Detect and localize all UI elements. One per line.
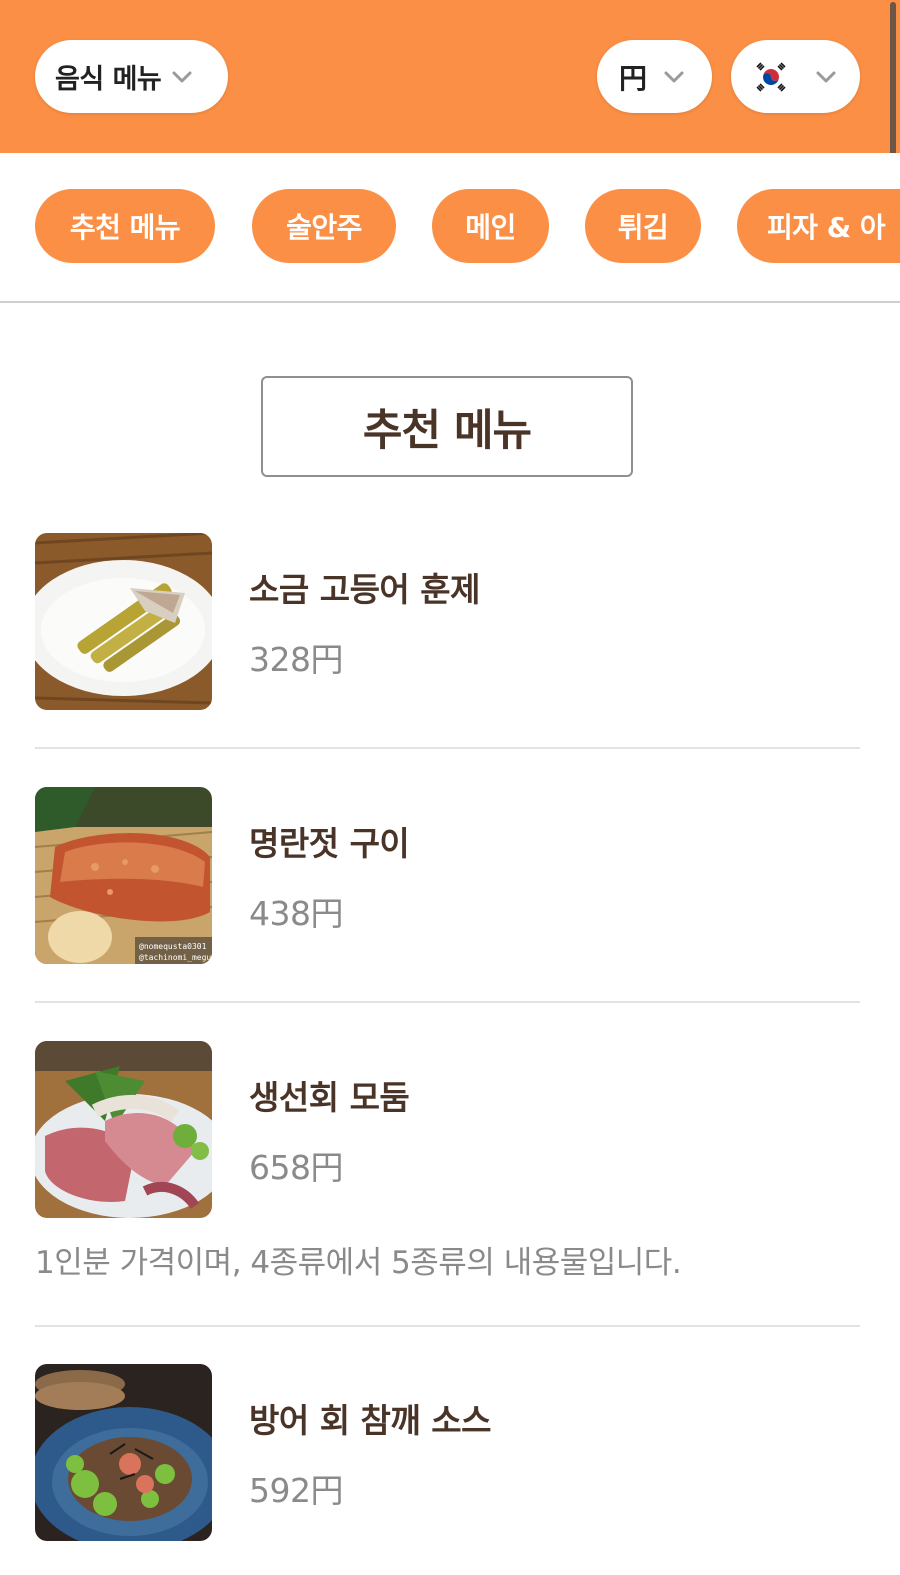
sashimi-platter-photo bbox=[35, 1041, 212, 1218]
item-price: 592円 bbox=[249, 1471, 344, 1510]
category-tabs: 추천 메뉴 술안주 메인 튀김 피자 & 아 bbox=[0, 153, 900, 303]
menu-item[interactable]: 방어 회 참깨 소스 592円 bbox=[35, 1364, 860, 1544]
divider bbox=[35, 747, 860, 749]
menu-item[interactable]: @nomequsta0301 @tachinomi_meguro 명란젓 구이 … bbox=[35, 787, 860, 967]
item-description: 1인분 가격이며, 4종류에서 5종류의 내용물입니다. bbox=[35, 1245, 682, 1281]
item-price: 658円 bbox=[249, 1148, 344, 1187]
chevron-down-icon bbox=[816, 71, 836, 82]
divider bbox=[35, 1325, 860, 1327]
item-name: 생선회 모둠 bbox=[249, 1078, 410, 1117]
top-bar: 음식 메뉴 円 bbox=[0, 0, 900, 192]
chevron-down-icon bbox=[172, 71, 192, 82]
item-name: 방어 회 참깨 소스 bbox=[249, 1401, 492, 1440]
watermark-text: @tachinomi_meguro bbox=[139, 953, 212, 962]
divider bbox=[35, 1001, 860, 1003]
currency-selector[interactable]: 円 bbox=[597, 40, 712, 113]
watermark-text: @nomequsta0301 bbox=[139, 942, 207, 951]
smoked-mackerel-photo bbox=[35, 533, 212, 710]
section-title: 추천 메뉴 bbox=[261, 376, 633, 477]
item-price: 438円 bbox=[249, 894, 344, 933]
menu-item[interactable]: 소금 고등어 훈제 328円 bbox=[35, 533, 860, 713]
tab-snacks[interactable]: 술안주 bbox=[252, 189, 396, 263]
tab-main[interactable]: 메인 bbox=[432, 189, 549, 263]
tab-pizza[interactable]: 피자 & 아 bbox=[737, 189, 900, 263]
tab-fried[interactable]: 튀김 bbox=[585, 189, 701, 263]
menu-item[interactable]: 생선회 모둠 658円 1인분 가격이며, 4종류에서 5종류의 내용물입니다. bbox=[35, 1041, 860, 1291]
korea-flag-icon bbox=[751, 56, 791, 97]
item-price: 328円 bbox=[249, 640, 344, 679]
menu-type-label: 음식 메뉴 bbox=[55, 64, 162, 95]
grilled-mentaiko-photo: @nomequsta0301 @tachinomi_meguro bbox=[35, 787, 212, 964]
language-selector[interactable] bbox=[731, 40, 860, 113]
yellowtail-sesame-photo bbox=[35, 1364, 212, 1541]
menu-type-selector[interactable]: 음식 메뉴 bbox=[35, 40, 228, 113]
item-name: 소금 고등어 훈제 bbox=[249, 570, 481, 609]
tab-recommended[interactable]: 추천 메뉴 bbox=[35, 189, 215, 263]
chevron-down-icon bbox=[664, 71, 684, 82]
currency-label: 円 bbox=[619, 61, 648, 95]
item-name: 명란젓 구이 bbox=[249, 824, 410, 863]
